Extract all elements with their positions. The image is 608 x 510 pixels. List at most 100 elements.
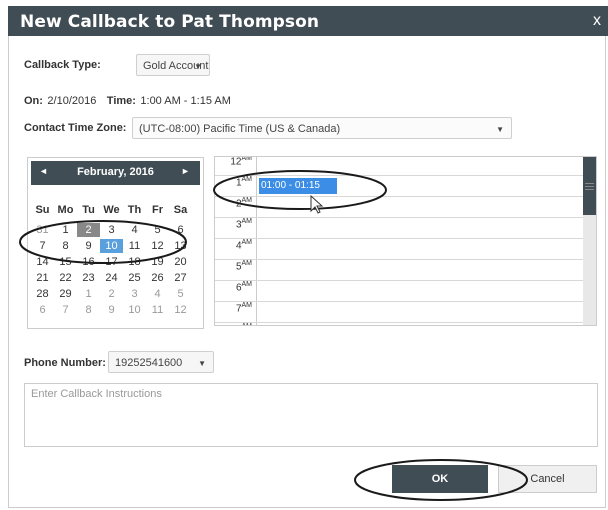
hour-label: 8AM <box>215 323 257 325</box>
calendar-day[interactable]: 31 <box>31 223 54 237</box>
hour-label: 12AM <box>215 156 257 175</box>
hour-ampm: AM <box>241 260 253 267</box>
calendar-day[interactable]: 26 <box>146 271 169 285</box>
hour-row[interactable]: 8AM <box>215 323 585 325</box>
hour-ampm: AM <box>241 218 253 225</box>
calendar-header: ◄ February, 2016 ► <box>31 161 200 185</box>
calendar-day[interactable]: 3 <box>100 223 123 237</box>
calendar-day[interactable]: 1 <box>54 223 77 237</box>
hour-label: 1AM <box>215 176 257 196</box>
hour-row[interactable]: 4AM <box>215 239 585 260</box>
weekday-label: Mo <box>57 204 74 216</box>
selected-time-slot[interactable]: 01:00 - 01:15 <box>259 178 337 194</box>
calendar-day[interactable]: 8 <box>77 303 100 317</box>
hour-label: 2AM <box>215 197 257 217</box>
calendar-day[interactable]: 14 <box>31 255 54 269</box>
calendar-day[interactable]: 4 <box>123 223 146 237</box>
calendar-day[interactable]: 11 <box>123 239 146 253</box>
chevron-down-icon: ▼ <box>496 125 504 134</box>
calendar-day[interactable]: 7 <box>54 303 77 317</box>
calendar-month-title[interactable]: February, 2016 <box>31 166 200 178</box>
calendar-day[interactable]: 10 <box>123 303 146 317</box>
callback-type-select[interactable]: Gold Account ▼ <box>136 54 210 76</box>
dialog-title-bar[interactable]: New Callback to Pat Thompson x <box>8 6 608 36</box>
close-icon[interactable]: x <box>593 12 601 30</box>
calendar-day[interactable]: 6 <box>31 303 54 317</box>
calendar-day[interactable]: 5 <box>146 223 169 237</box>
calendar-day[interactable]: 18 <box>123 255 146 269</box>
time-slot-scheduler: 12AM1AM01:00 - 01:152AM3AM4AM5AM6AM7AM8A… <box>214 156 597 326</box>
chevron-down-icon: ▼ <box>194 62 202 71</box>
hour-row[interactable]: 12AM <box>215 156 585 176</box>
calendar-day[interactable]: 11 <box>146 303 169 317</box>
hour-label: 5AM <box>215 260 257 280</box>
ok-button[interactable]: OK <box>392 465 488 493</box>
calendar-day[interactable]: 7 <box>31 239 54 253</box>
phone-number-label: Phone Number: <box>24 357 106 369</box>
grip-icon <box>585 186 594 187</box>
hour-row[interactable]: 6AM <box>215 281 585 302</box>
calendar-day[interactable]: 12 <box>146 239 169 253</box>
cancel-button[interactable]: Cancel <box>498 465 597 493</box>
calendar-day[interactable]: 2 <box>100 287 123 301</box>
hour-row[interactable]: 5AM <box>215 260 585 281</box>
weekday-label: Fr <box>152 204 163 216</box>
calendar-day[interactable]: 10 <box>100 239 123 253</box>
calendar-day[interactable]: 24 <box>100 271 123 285</box>
hour-row[interactable]: 1AM 01:00 - 01:15 <box>215 176 585 197</box>
calendar-day[interactable]: 9 <box>100 303 123 317</box>
dialog-title: New Callback to Pat Thompson <box>20 12 320 32</box>
hour-label: 7AM <box>215 302 257 322</box>
calendar-day[interactable]: 6 <box>169 223 192 237</box>
calendar-day[interactable]: 25 <box>123 271 146 285</box>
calendar-day[interactable]: 15 <box>54 255 77 269</box>
timezone-value: (UTC-08:00) Pacific Time (US & Canada) <box>139 123 341 135</box>
timezone-label: Contact Time Zone: <box>24 122 127 134</box>
calendar-day[interactable]: 22 <box>54 271 77 285</box>
callback-type-label: Callback Type: <box>24 59 101 71</box>
calendar-day[interactable]: 16 <box>77 255 100 269</box>
hour-ampm: AM <box>241 176 253 183</box>
next-month-icon[interactable]: ► <box>181 166 190 176</box>
hour-ampm: AM <box>241 302 253 309</box>
calendar-day[interactable]: 9 <box>77 239 100 253</box>
hour-ampm: AM <box>241 281 253 288</box>
calendar-day[interactable]: 29 <box>54 287 77 301</box>
calendar-day[interactable]: 8 <box>54 239 77 253</box>
hour-row[interactable]: 3AM <box>215 218 585 239</box>
grip-icon <box>585 183 594 184</box>
hour-ampm: AM <box>241 156 253 162</box>
hour-ampm: AM <box>241 197 253 204</box>
hour-row[interactable]: 2AM <box>215 197 585 218</box>
phone-number-select[interactable]: 19252541600 ▼ <box>108 351 214 373</box>
chevron-down-icon: ▼ <box>198 359 206 368</box>
calendar-day[interactable]: 27 <box>169 271 192 285</box>
calendar-day[interactable]: 20 <box>169 255 192 269</box>
calendar-day[interactable]: 28 <box>31 287 54 301</box>
time-value: 1:00 AM - 1:15 AM <box>140 95 231 107</box>
calendar-day[interactable]: 12 <box>169 303 192 317</box>
callback-instructions-textarea[interactable]: Enter Callback Instructions <box>24 383 598 447</box>
calendar-day[interactable]: 19 <box>146 255 169 269</box>
calendar-day[interactable]: 5 <box>169 287 192 301</box>
hour-ampm: AM <box>241 239 253 246</box>
hour-number: 12 <box>230 156 242 168</box>
timezone-select[interactable]: (UTC-08:00) Pacific Time (US & Canada) ▼ <box>132 117 512 139</box>
hour-label: 6AM <box>215 281 257 301</box>
time-label: Time: <box>106 95 136 107</box>
phone-number-value: 19252541600 <box>115 357 183 369</box>
weekday-label: Tu <box>82 204 95 216</box>
calendar-day[interactable]: 17 <box>100 255 123 269</box>
on-label: On: <box>24 95 43 107</box>
calendar-day[interactable]: 3 <box>123 287 146 301</box>
hour-label: 4AM <box>215 239 257 259</box>
calendar-day[interactable]: 1 <box>77 287 100 301</box>
calendar-day[interactable]: 4 <box>146 287 169 301</box>
calendar-day[interactable]: 21 <box>31 271 54 285</box>
calendar-day[interactable]: 13 <box>169 239 192 253</box>
calendar-day[interactable]: 23 <box>77 271 100 285</box>
hour-row[interactable]: 7AM <box>215 302 585 323</box>
calendar-day[interactable]: 2 <box>77 223 100 237</box>
weekday-label: We <box>103 204 120 216</box>
weekday-label: Th <box>127 204 142 216</box>
